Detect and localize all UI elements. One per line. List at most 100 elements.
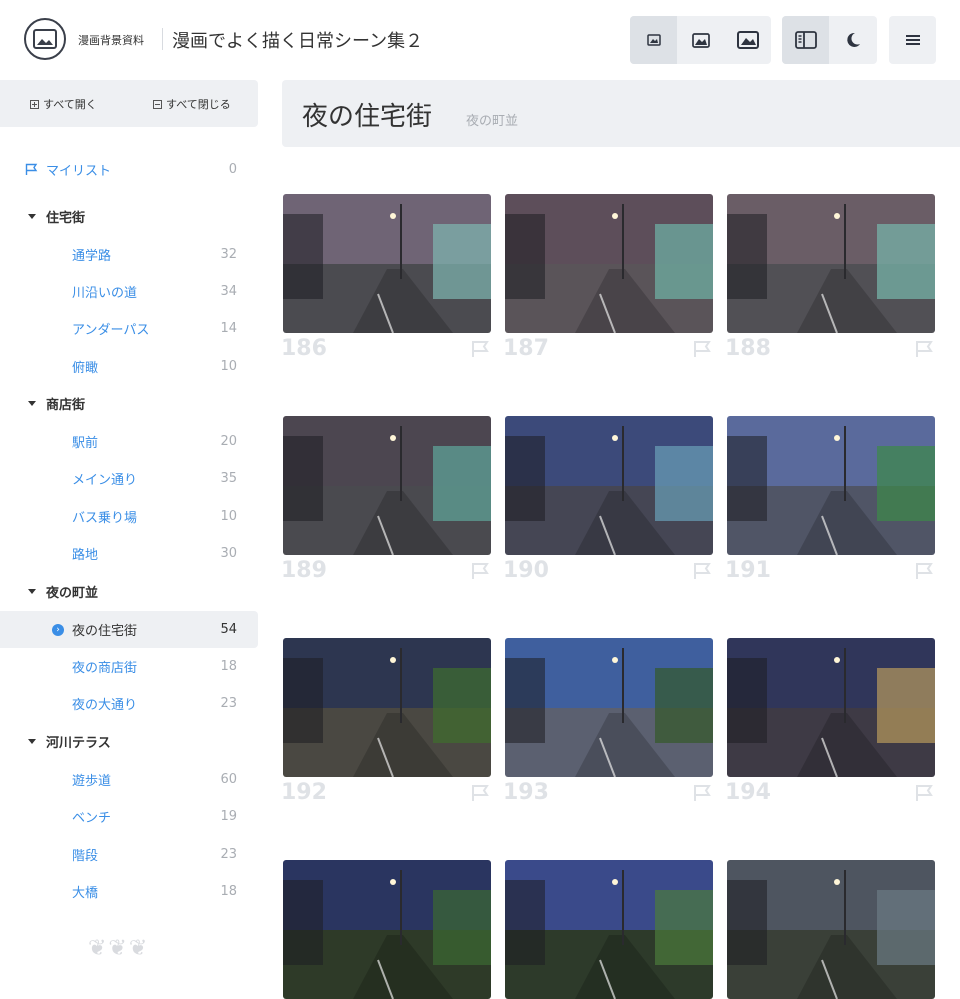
image-number: 188 (725, 336, 771, 361)
sidebar-category[interactable]: 河川テラス (0, 723, 258, 760)
logo[interactable] (24, 18, 66, 60)
image-number: 186 (281, 336, 327, 361)
sidebar-item[interactable]: 路地 30 (0, 535, 258, 572)
sidebar-item-label: 川沿いの道 (72, 286, 138, 301)
sidebar-item[interactable]: バス乗り場 10 (0, 498, 258, 535)
thumbnail-image[interactable] (727, 416, 935, 555)
thumbnail-image[interactable] (505, 638, 713, 777)
page-subtitle: 夜の町並 (466, 114, 519, 129)
sidebar-item-count: 10 (220, 509, 237, 524)
plus-square-icon (30, 99, 39, 109)
chevron-right-circle-icon: › (52, 623, 64, 636)
thumbnail-image[interactable] (283, 194, 491, 333)
sidebar-item[interactable]: 夜の大通り 23 (0, 685, 258, 722)
sidebar-item-active[interactable]: › 夜の住宅街 54 (0, 611, 258, 648)
sidebar-item[interactable]: 階段 23 (0, 836, 258, 873)
sidebar-item-count: 18 (220, 884, 237, 899)
hamburger-menu-icon (905, 35, 920, 45)
bookmark-flag-icon[interactable] (693, 784, 711, 802)
thumbnail-card[interactable] (505, 860, 713, 999)
small-image-icon (646, 34, 661, 46)
landscape-image-icon (33, 29, 57, 49)
thumbnail-card[interactable]: 188 (725, 194, 935, 361)
small-thumbnail-button[interactable] (630, 16, 677, 64)
sidebar-item-count: 32 (220, 247, 237, 262)
bookmark-flag-icon[interactable] (471, 340, 489, 358)
sidebar-item-count: 18 (220, 659, 237, 674)
thumbnail-card[interactable]: 189 (281, 416, 491, 583)
bookmark-flag-icon[interactable] (915, 340, 933, 358)
sidebar-item[interactable]: 駅前 20 (0, 423, 258, 460)
menu-button[interactable] (889, 16, 936, 64)
sidebar-item[interactable]: メイン通り 35 (0, 460, 258, 497)
thumbnail-image[interactable] (283, 638, 491, 777)
mylist-label: マイリスト (46, 164, 112, 179)
medium-image-icon (691, 32, 710, 48)
sidebar-item-label: 路地 (72, 548, 99, 563)
thumbnail-card[interactable]: 190 (503, 416, 713, 583)
sidebar-item-count: 34 (220, 284, 237, 299)
sidebar-toggle-button[interactable] (782, 16, 829, 64)
image-number: 192 (281, 780, 327, 805)
large-image-icon (736, 31, 759, 49)
dark-mode-button[interactable] (829, 16, 876, 64)
bookmark-flag-icon[interactable] (471, 562, 489, 580)
collapse-all-button[interactable]: すべて閉じる (153, 96, 231, 112)
sidebar-item[interactable]: 夜の商店街 18 (0, 648, 258, 685)
thumbnail-image[interactable] (727, 638, 935, 777)
thumbnail-image[interactable] (727, 860, 935, 999)
thumbnail-image[interactable] (727, 194, 935, 333)
image-number: 191 (725, 558, 771, 583)
page-title: 夜の住宅街 (302, 102, 433, 132)
sidebar-item-count: 23 (220, 847, 237, 862)
sidebar-item-label: 俯瞰 (72, 361, 99, 376)
expand-collapse-bar: すべて開く すべて閉じる (0, 80, 258, 127)
thumbnail-card[interactable]: 193 (503, 638, 713, 805)
sidebar-category[interactable]: 商店街 (0, 385, 258, 422)
collapse-all-label: すべて閉じる (166, 98, 231, 111)
thumbnail-card[interactable]: 186 (281, 194, 491, 361)
view-size-toggle (630, 16, 771, 64)
thumbnail-image[interactable] (505, 194, 713, 333)
sidebar-item[interactable]: アンダーパス 14 (0, 310, 258, 347)
sidebar-item[interactable]: 川沿いの道 34 (0, 273, 258, 310)
thumbnail-card[interactable]: 191 (725, 416, 935, 583)
sidebar-item-count: 54 (220, 622, 237, 637)
moon-icon (846, 32, 860, 47)
thumbnail-card[interactable]: 192 (281, 638, 491, 805)
sidebar-item[interactable]: 遊歩道 60 (0, 761, 258, 798)
sidebar-item-mylist[interactable]: マイリスト 0 (0, 151, 258, 188)
thumbnail-card[interactable]: 187 (503, 194, 713, 361)
sidebar-item-label: 夜の商店街 (72, 661, 138, 676)
bookmark-flag-icon[interactable] (693, 562, 711, 580)
sidebar-item[interactable]: 俯瞰 10 (0, 348, 258, 385)
sidebar-item-label: 遊歩道 (72, 774, 112, 789)
sidebar-category[interactable]: 住宅街 (0, 198, 258, 235)
thumbnail-image[interactable] (505, 860, 713, 999)
thumbnail-card[interactable] (727, 860, 935, 999)
sidebar-item-label: 駅前 (72, 436, 99, 451)
sidebar-item[interactable]: ベンチ 19 (0, 798, 258, 835)
thumbnail-card[interactable] (283, 860, 491, 999)
sidebar-item[interactable]: 大橋 18 (0, 873, 258, 910)
large-thumbnail-button[interactable] (724, 16, 771, 64)
medium-thumbnail-button[interactable] (677, 16, 724, 64)
sidebar-item-label: 夜の大通り (72, 698, 138, 713)
page-header: 夜の住宅街 夜の町並 (282, 80, 960, 147)
bookmark-flag-icon[interactable] (915, 562, 933, 580)
sidebar-item-label: メイン通り (72, 473, 138, 488)
thumbnail-card[interactable]: 194 (725, 638, 935, 805)
sidebar-item[interactable]: 通学路 32 (0, 236, 258, 273)
sidebar-category[interactable]: 夜の町並 (0, 573, 258, 610)
expand-all-button[interactable]: すべて開く (30, 96, 97, 112)
bookmark-flag-icon[interactable] (471, 784, 489, 802)
thumbnail-image[interactable] (283, 860, 491, 999)
bookmark-flag-icon[interactable] (693, 340, 711, 358)
thumbnail-image[interactable] (283, 416, 491, 555)
bookmark-flag-icon[interactable] (915, 784, 933, 802)
thumbnail-image[interactable] (505, 416, 713, 555)
flag-icon (25, 163, 38, 175)
image-number: 187 (503, 336, 549, 361)
sidebar-item-count: 30 (220, 546, 237, 561)
sidebar-item-count: 10 (220, 359, 237, 374)
